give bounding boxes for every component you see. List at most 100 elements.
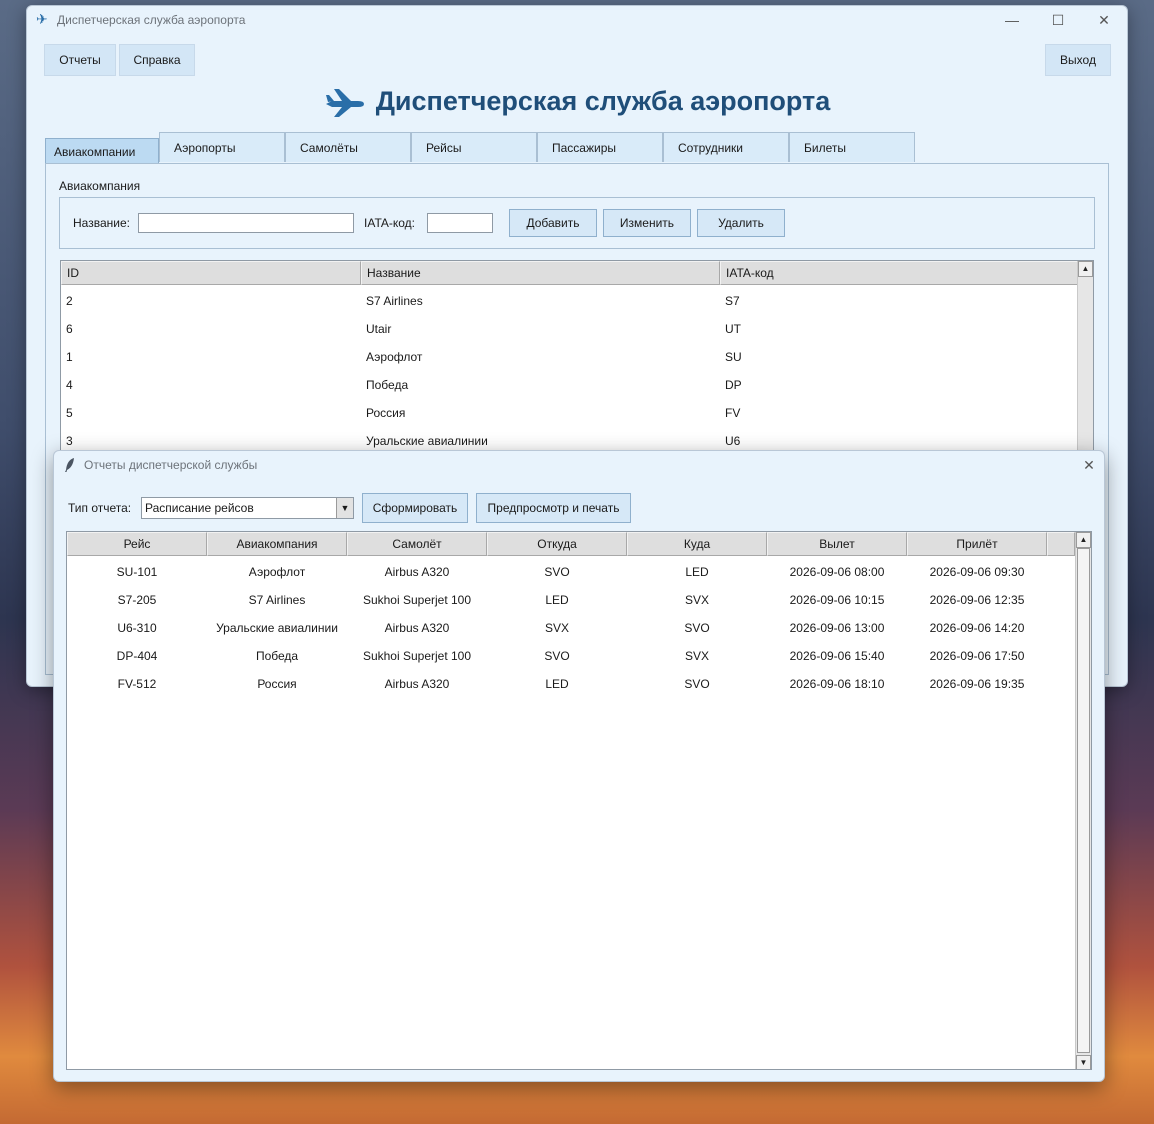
table-row[interactable]: U6-310 Уральские авиалинии Airbus A320 S… [67, 614, 1047, 642]
cell-aircraft: Airbus A320 [384, 621, 450, 635]
main-titlebar[interactable]: ✈ Диспетчерская служба аэропорта — ☐ ✕ [27, 6, 1127, 34]
cell-flight: FV-512 [117, 677, 157, 691]
feather-icon [65, 458, 74, 472]
column-header-departure[interactable]: Вылет [767, 532, 907, 556]
column-header-name[interactable]: Название [361, 261, 720, 285]
close-button[interactable]: ✕ [1081, 6, 1127, 34]
table-row[interactable]: 5 Россия FV [61, 399, 1079, 427]
cell-from: SVX [544, 621, 569, 635]
cell-aircraft: Sukhoi Superjet 100 [362, 593, 472, 607]
column-header-flight[interactable]: Рейс [67, 532, 207, 556]
schedule-table-scrollbar[interactable]: ▲ ▼ [1075, 532, 1091, 1069]
minimize-button[interactable]: — [989, 6, 1035, 34]
cell-departure: 2026-09-06 13:00 [789, 621, 885, 635]
scroll-thumb[interactable] [1077, 548, 1090, 1053]
cell-id: 5 [66, 406, 73, 420]
column-header-id[interactable]: ID [61, 261, 361, 285]
cell-aircraft: Sukhoi Superjet 100 [362, 649, 472, 663]
report-type-label: Тип отчета: [68, 501, 132, 515]
schedule-table[interactable]: Рейс Авиакомпания Самолёт Откуда Куда Вы… [66, 531, 1092, 1070]
cell-arrival: 2026-09-06 17:50 [929, 649, 1025, 663]
cell-flight: DP-404 [116, 649, 158, 663]
delete-button[interactable]: Удалить [697, 209, 785, 237]
table-row[interactable]: FV-512 Россия Airbus A320 LED SVO 2026-0… [67, 670, 1047, 698]
table-row[interactable]: 2 S7 Airlines S7 [61, 287, 1079, 315]
generate-report-button[interactable]: Сформировать [362, 493, 468, 523]
menu-reports-button[interactable]: Отчеты [44, 44, 116, 76]
cell-departure: 2026-09-06 15:40 [789, 649, 885, 663]
tab-airports[interactable]: Аэропорты [159, 132, 285, 162]
airlines-table-header: ID Название IATA-код [61, 261, 1079, 285]
cell-arrival: 2026-09-06 12:35 [929, 593, 1025, 607]
cell-id: 4 [66, 378, 73, 392]
page-title-text: Диспетчерская служба аэропорта [375, 86, 831, 116]
iata-input[interactable] [427, 213, 493, 233]
cell-from: SVO [544, 649, 570, 663]
chevron-down-icon[interactable]: ▼ [336, 498, 353, 518]
table-row[interactable]: 1 Аэрофлот SU [61, 343, 1079, 371]
cell-name: S7 Airlines [366, 294, 423, 308]
cell-iata: FV [725, 406, 741, 420]
cell-flight: U6-310 [117, 621, 157, 635]
cell-aircraft: Airbus A320 [384, 565, 450, 579]
cell-departure: 2026-09-06 10:15 [789, 593, 885, 607]
cell-airline: Уральские авиалинии [216, 621, 338, 635]
column-header-arrival[interactable]: Прилёт [907, 532, 1047, 556]
table-row[interactable]: DP-404 Победа Sukhoi Superjet 100 SVO SV… [67, 642, 1047, 670]
cell-airline: Победа [255, 649, 299, 663]
cell-to: SVX [684, 649, 709, 663]
cell-departure: 2026-09-06 18:10 [789, 677, 885, 691]
cell-arrival: 2026-09-06 14:20 [929, 621, 1025, 635]
cell-arrival: 2026-09-06 09:30 [929, 565, 1025, 579]
name-label: Название: [73, 216, 130, 230]
cell-iata: UT [725, 322, 741, 336]
airline-group-label: Авиакомпания [59, 179, 141, 193]
airplane-icon: ✈ [36, 11, 48, 27]
reports-window: Отчеты диспетчерской службы ✕ Тип отчета… [53, 450, 1105, 1082]
column-header-from[interactable]: Откуда [487, 532, 627, 556]
cell-airline: Аэрофлот [248, 565, 306, 579]
schedule-table-header: Рейс Авиакомпания Самолёт Откуда Куда Вы… [67, 532, 1075, 556]
edit-button[interactable]: Изменить [603, 209, 691, 237]
reports-titlebar[interactable]: Отчеты диспетчерской службы ✕ [54, 451, 1104, 479]
cell-name: Utair [366, 322, 392, 336]
cell-iata: S7 [725, 294, 740, 308]
scroll-down-arrow[interactable]: ▼ [1076, 1055, 1091, 1069]
exit-button[interactable]: Выход [1045, 44, 1111, 76]
cell-flight: SU-101 [116, 565, 158, 579]
table-row[interactable]: S7-205 S7 Airlines Sukhoi Superjet 100 L… [67, 586, 1047, 614]
column-header-to[interactable]: Куда [627, 532, 767, 556]
column-header-airline[interactable]: Авиакомпания [207, 532, 347, 556]
table-row[interactable]: SU-101 Аэрофлот Airbus A320 SVO LED 2026… [67, 558, 1047, 586]
print-preview-button[interactable]: Предпросмотр и печать [476, 493, 631, 523]
column-header-iata[interactable]: IATA-код [720, 261, 1079, 285]
tab-tickets[interactable]: Билеты [789, 132, 915, 162]
maximize-button[interactable]: ☐ [1035, 6, 1081, 34]
cell-flight: S7-205 [117, 593, 157, 607]
add-button[interactable]: Добавить [509, 209, 597, 237]
cell-to: LED [685, 565, 709, 579]
reports-close-button[interactable]: ✕ [1074, 451, 1104, 479]
column-header-aircraft[interactable]: Самолёт [347, 532, 487, 556]
table-row[interactable]: 6 Utair UT [61, 315, 1079, 343]
menu-help-button[interactable]: Справка [119, 44, 195, 76]
table-row[interactable]: 4 Победа DP [61, 371, 1079, 399]
cell-name: Аэрофлот [366, 350, 423, 364]
iata-label: IATA-код: [364, 216, 416, 230]
tab-aircraft[interactable]: Самолёты [285, 132, 411, 162]
page-title: Диспетчерская служба аэропорта [27, 86, 1127, 126]
cell-airline: S7 Airlines [248, 593, 306, 607]
tab-flights[interactable]: Рейсы [411, 132, 537, 162]
airline-form: Название: IATA-код: Добавить Изменить Уд… [59, 197, 1095, 249]
cell-to: SVO [684, 621, 710, 635]
report-type-select[interactable]: Расписание рейсов ▼ [141, 497, 354, 519]
tab-employees[interactable]: Сотрудники [663, 132, 789, 162]
name-input[interactable] [138, 213, 354, 233]
tab-passengers[interactable]: Пассажиры [537, 132, 663, 162]
cell-name: Россия [366, 406, 406, 420]
tab-airlines[interactable]: Авиакомпании [45, 138, 159, 164]
cell-from: SVO [544, 565, 570, 579]
report-type-value: Расписание рейсов [145, 501, 254, 515]
scroll-up-arrow[interactable]: ▲ [1078, 261, 1093, 277]
scroll-up-arrow[interactable]: ▲ [1076, 532, 1091, 548]
